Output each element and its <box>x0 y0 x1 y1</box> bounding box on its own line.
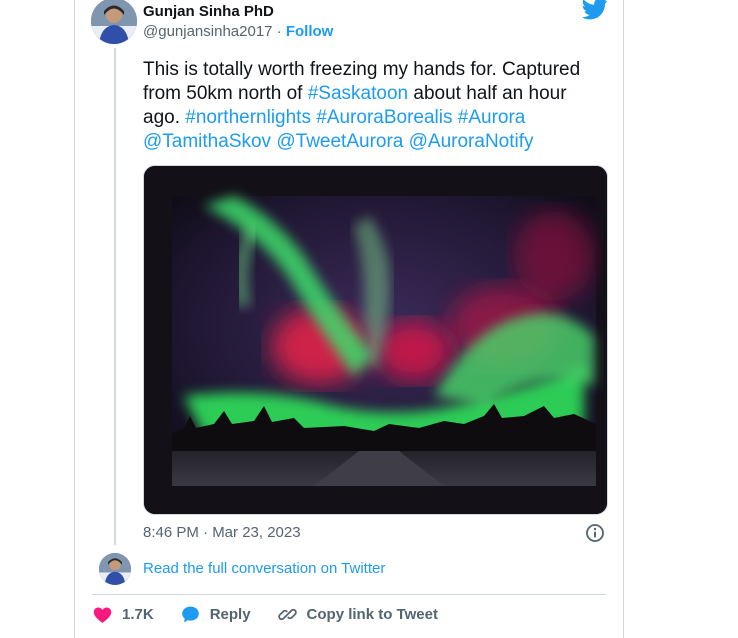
author-avatar-small[interactable] <box>99 553 131 585</box>
handle-separator: · <box>272 23 286 40</box>
hashtag-northernlights[interactable]: #northernlights <box>185 107 311 128</box>
author-handle-row: @gunjansinha2017 · Follow <box>143 23 333 40</box>
copy-link-button[interactable]: Copy link to Tweet <box>277 604 438 625</box>
hashtag-aurora[interactable]: #Aurora <box>458 107 526 128</box>
mention-auroranotify[interactable]: @AuroraNotify <box>409 131 534 152</box>
author-display-name[interactable]: Gunjan Sinha PhD <box>143 3 274 20</box>
tweet-text: This is totally worth freezing my hands … <box>143 58 603 154</box>
reply-label: Reply <box>209 605 251 623</box>
follow-button[interactable]: Follow <box>286 23 334 40</box>
twitter-bird-icon[interactable] <box>582 0 608 20</box>
like-button[interactable]: 1.7K <box>92 604 154 625</box>
info-icon[interactable] <box>585 523 605 543</box>
author-handle[interactable]: @gunjansinha2017 <box>143 23 273 40</box>
mention-tweetaurora[interactable]: @TweetAurora <box>276 131 403 152</box>
reply-button[interactable]: Reply <box>180 604 251 625</box>
copy-link-label: Copy link to Tweet <box>306 605 438 623</box>
aurora-photo <box>144 166 607 514</box>
heart-icon <box>93 607 112 623</box>
action-bar: 1.7K Reply Copy link to Tweet <box>92 602 464 626</box>
hashtag-auroraborealis[interactable]: #AuroraBorealis <box>316 107 452 128</box>
read-conversation-link[interactable]: Read the full conversation on Twitter <box>143 560 385 577</box>
tweet-timestamp[interactable]: 8:46 PM · Mar 23, 2023 <box>143 524 301 541</box>
like-count: 1.7K <box>122 605 154 623</box>
mention-tamithaskov[interactable]: @TamithaSkov <box>143 131 271 152</box>
tweet-media-photo[interactable] <box>143 165 608 515</box>
reply-bubble-icon <box>181 606 199 622</box>
link-icon <box>277 608 297 620</box>
thread-line <box>114 48 116 545</box>
hashtag-saskatoon[interactable]: #Saskatoon <box>308 83 408 104</box>
divider <box>92 594 606 595</box>
author-avatar[interactable] <box>91 0 137 44</box>
